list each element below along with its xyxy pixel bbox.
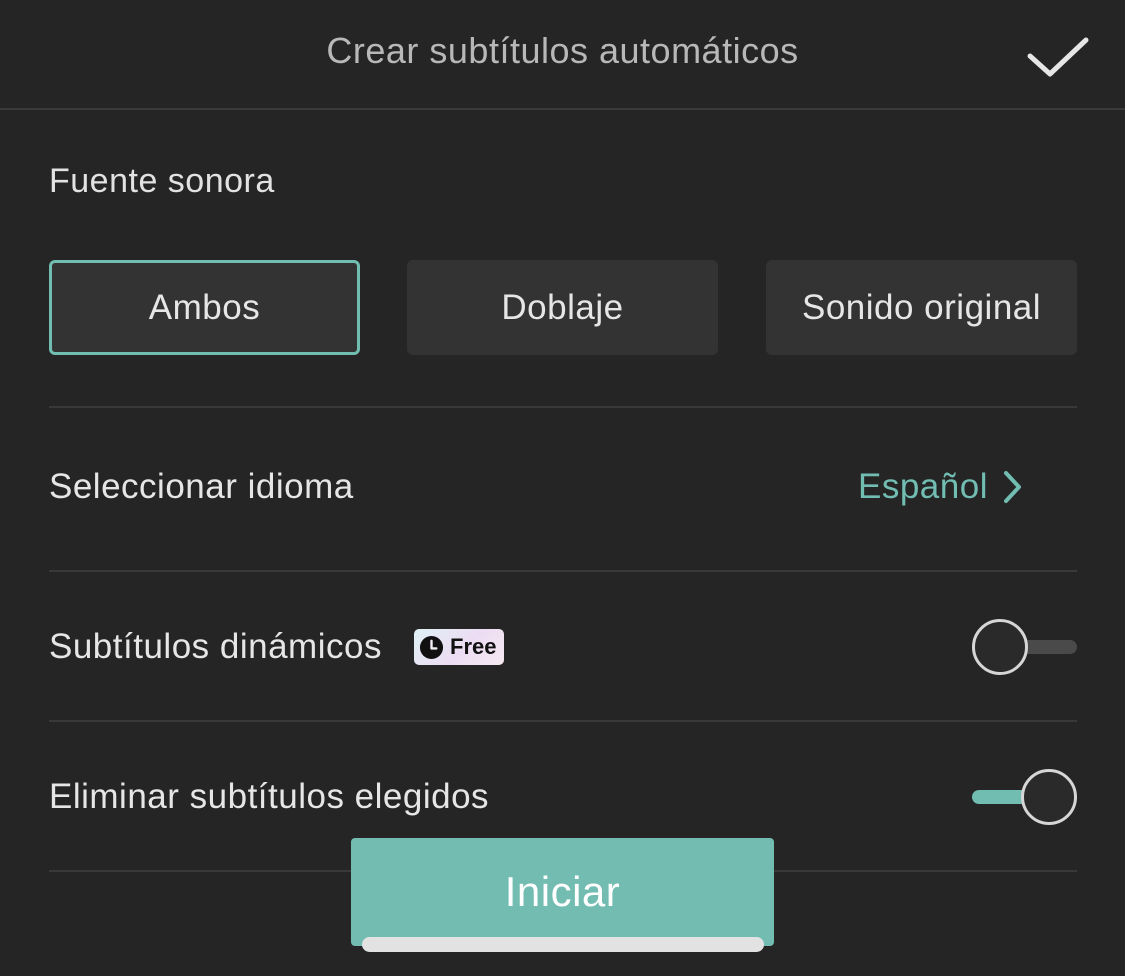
toggle-knob	[972, 619, 1028, 675]
audio-source-label: Fuente sonora	[49, 162, 275, 200]
divider	[49, 406, 1077, 408]
remove-subtitles-toggle[interactable]	[972, 769, 1077, 825]
language-label: Seleccionar idioma	[49, 467, 354, 506]
language-value: Español	[858, 467, 988, 506]
source-option-label: Doblaje	[501, 287, 624, 327]
free-badge: Free	[414, 629, 504, 665]
checkmark-icon	[1027, 37, 1089, 77]
source-option-label: Sonido original	[801, 287, 1042, 327]
source-option-both[interactable]: Ambos	[49, 260, 360, 355]
toggle-knob	[1021, 769, 1077, 825]
clock-icon	[419, 635, 444, 659]
free-badge-label: Free	[450, 634, 497, 659]
home-indicator[interactable]	[362, 937, 764, 952]
start-button[interactable]: Iniciar	[351, 838, 774, 946]
language-selector[interactable]: Español	[858, 465, 1024, 509]
start-button-label: Iniciar	[504, 868, 621, 915]
source-option-original[interactable]: Sonido original	[766, 260, 1077, 355]
confirm-button[interactable]	[1024, 30, 1094, 86]
source-option-dubbing[interactable]: Doblaje	[407, 260, 718, 355]
dynamic-subtitles-label: Subtítulos dinámicos	[49, 627, 382, 666]
divider	[49, 720, 1077, 722]
header-bar: Crear subtítulos automáticos	[0, 0, 1125, 110]
divider	[49, 570, 1077, 572]
chevron-right-icon	[1003, 471, 1021, 503]
source-option-label: Ambos	[148, 287, 261, 327]
dynamic-subtitles-toggle[interactable]	[972, 619, 1077, 675]
remove-subtitles-label: Eliminar subtítulos elegidos	[49, 777, 490, 816]
page-title: Crear subtítulos automáticos	[326, 30, 799, 71]
